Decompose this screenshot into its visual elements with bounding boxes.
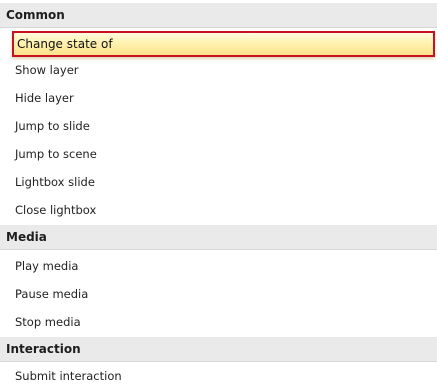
- trigger-action-menu: Common Change state of Show layer Hide l…: [0, 0, 437, 390]
- menu-item-pause-media[interactable]: Pause media: [0, 280, 437, 308]
- menu-item-stop-media[interactable]: Stop media: [0, 308, 437, 336]
- menu-item-hide-layer[interactable]: Hide layer: [0, 84, 437, 112]
- section-header-common: Common: [0, 3, 437, 28]
- menu-item-submit-interaction[interactable]: Submit interaction: [0, 362, 437, 390]
- menu-item-lightbox-slide[interactable]: Lightbox slide: [0, 168, 437, 196]
- menu-item-close-lightbox[interactable]: Close lightbox: [0, 196, 437, 224]
- section-header-media: Media: [0, 225, 437, 250]
- menu-item-jump-to-scene[interactable]: Jump to scene: [0, 140, 437, 168]
- section-header-interaction: Interaction: [0, 337, 437, 362]
- menu-item-change-state-of[interactable]: Change state of: [12, 31, 435, 57]
- menu-item-play-media[interactable]: Play media: [0, 252, 437, 280]
- menu-item-jump-to-slide[interactable]: Jump to slide: [0, 112, 437, 140]
- menu-item-show-layer[interactable]: Show layer: [0, 56, 437, 84]
